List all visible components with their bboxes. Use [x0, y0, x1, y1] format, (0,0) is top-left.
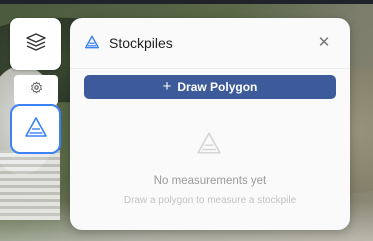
top-bar	[0, 0, 373, 4]
empty-state-stockpile-icon	[197, 132, 221, 156]
stockpiles-button[interactable]	[10, 104, 61, 154]
plus-icon: +	[162, 77, 172, 95]
panel-title: Stockpiles	[109, 35, 173, 51]
stockpiles-panel: Stockpiles ✕ + Draw Polygon No measureme…	[70, 18, 350, 230]
panel-header: Stockpiles ✕	[70, 18, 350, 69]
layers-button[interactable]	[10, 18, 61, 70]
draw-polygon-button[interactable]: + Draw Polygon	[84, 75, 336, 99]
empty-state-subtitle: Draw a polygon to measure a stockpile	[123, 195, 297, 206]
close-button[interactable]: ✕	[317, 34, 331, 51]
layers-icon	[25, 32, 47, 56]
stockpile-icon	[24, 116, 47, 142]
left-toolbar	[10, 18, 63, 156]
empty-state-title: No measurements yet	[153, 175, 267, 187]
gear-icon	[30, 81, 43, 99]
settings-button[interactable]	[14, 75, 58, 105]
draw-polygon-label: Draw Polygon	[177, 80, 258, 94]
close-icon: ✕	[317, 34, 331, 51]
stockpile-icon	[84, 35, 100, 49]
